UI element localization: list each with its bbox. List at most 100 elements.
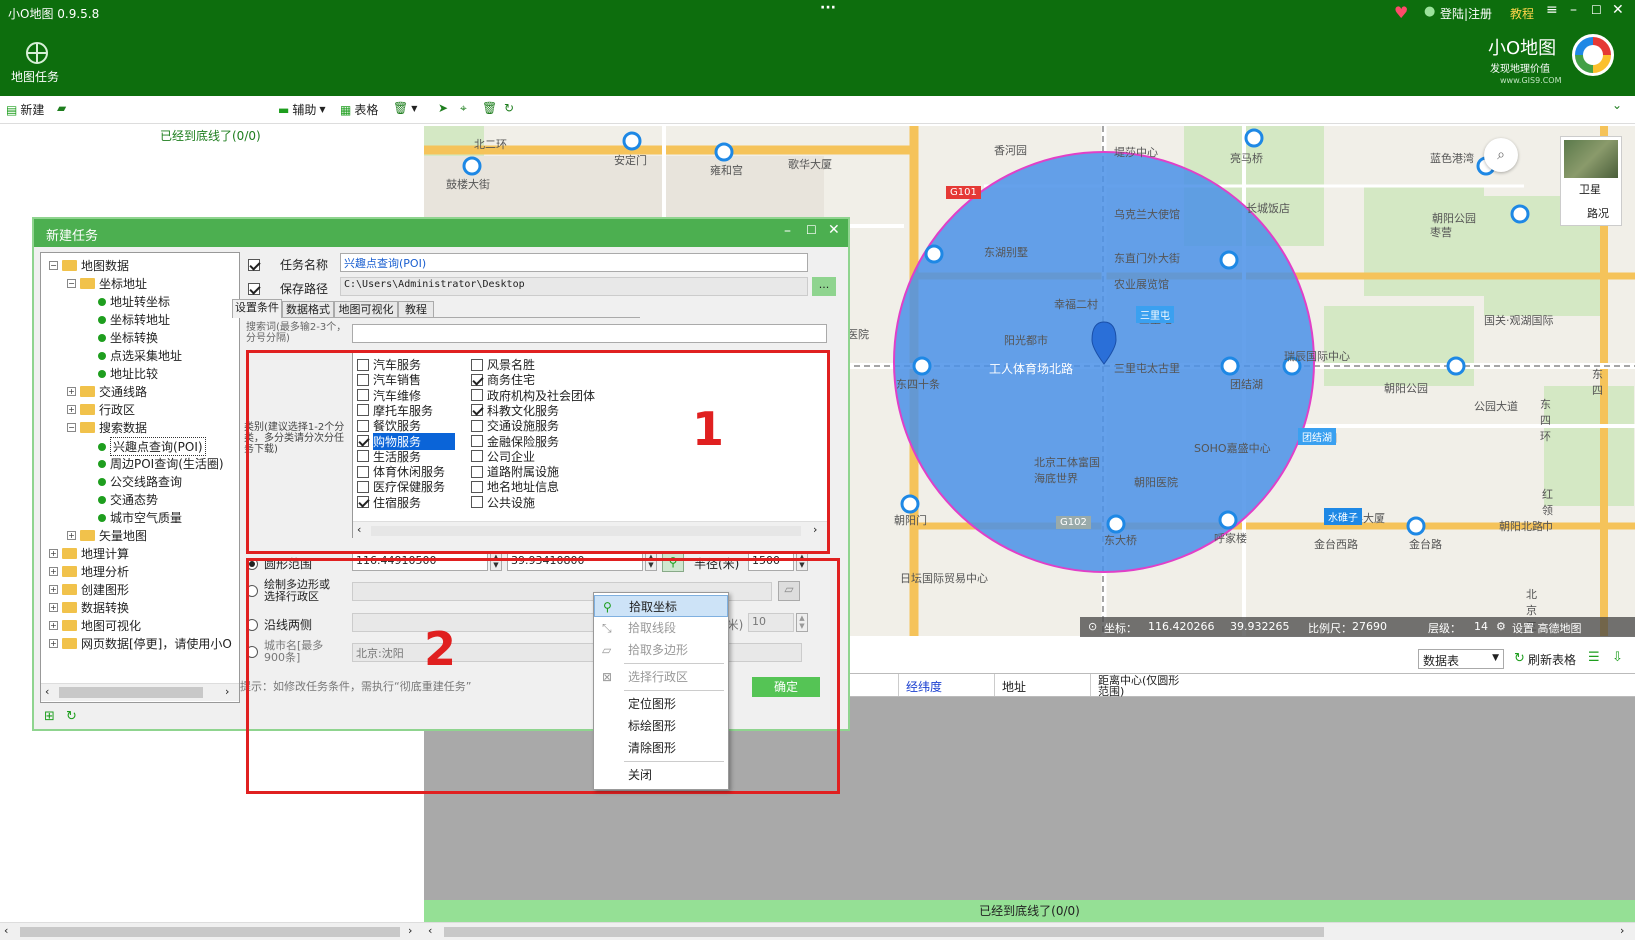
expand-icon[interactable]: +	[49, 549, 58, 558]
menu-item-5[interactable]: 标绘图形	[594, 715, 728, 737]
globe-icon[interactable]	[26, 42, 48, 64]
list-icon[interactable]: ☰	[1588, 650, 1600, 665]
expand-icon[interactable]: +	[67, 405, 76, 414]
tree-item[interactable]: + 创建图形	[49, 581, 129, 598]
clear-tool-button[interactable]: 🗑	[482, 101, 497, 115]
collapse-icon[interactable]: −	[67, 423, 76, 432]
task-name-checkbox[interactable]	[248, 258, 260, 271]
menu-item-6[interactable]: 清除图形	[594, 737, 728, 759]
tree-item[interactable]: 坐标转地址	[85, 311, 170, 328]
open-folder-button[interactable]: ▰	[57, 101, 66, 115]
traffic-toggle[interactable]: 路况	[1587, 205, 1609, 221]
delete-menu-button[interactable]: 🗑 ▼	[393, 101, 417, 115]
column-header[interactable]: 经纬度	[906, 678, 942, 695]
tab-3[interactable]: 教程	[398, 301, 434, 318]
tree-horizontal-scrollbar[interactable]: ‹ ›	[41, 683, 239, 701]
tree-item[interactable]: − 搜索数据	[67, 419, 147, 436]
tree-item[interactable]: + 地理计算	[49, 545, 129, 562]
tree-item[interactable]: − 坐标地址	[67, 275, 147, 292]
menu-item-4[interactable]: 定位图形	[594, 693, 728, 715]
new-button[interactable]: ▤ 新建	[6, 101, 44, 118]
save-path-checkbox[interactable]	[248, 282, 260, 295]
layer-switcher[interactable]: 卫星 路况	[1560, 136, 1622, 226]
task-name-input[interactable]: 兴趣点查询(POI)	[340, 253, 808, 272]
tree-item[interactable]: + 地理分析	[49, 563, 129, 580]
tree-item[interactable]: + 数据转换	[49, 599, 129, 616]
function-tree[interactable]: − 地图数据 − 坐标地址 地址转坐标 坐标转地址 坐标转换 点选采集地址 地址比较 + 交通线路 +…	[40, 252, 240, 703]
tree-item[interactable]: 地址比较	[85, 365, 158, 382]
chevron-right-icon[interactable]: ›	[225, 685, 229, 698]
refresh-table-button[interactable]: 刷新表格	[1528, 651, 1576, 668]
tree-item[interactable]: + 交通线路	[67, 383, 147, 400]
assist-button[interactable]: ▬ 辅助 ▼	[278, 101, 326, 118]
tab-2[interactable]: 地图可视化	[334, 301, 398, 318]
column-divider[interactable]	[1090, 674, 1091, 696]
map-settings-link[interactable]: 设置 高德地图	[1512, 620, 1582, 636]
chevron-left-icon[interactable]: ‹	[45, 685, 49, 698]
search-icon[interactable]: ⌕	[1484, 138, 1518, 172]
chevron-right-icon[interactable]: ›	[408, 924, 412, 937]
chevron-left-icon[interactable]: ‹	[428, 924, 432, 937]
minimize-icon[interactable]: –	[784, 223, 791, 239]
menu-item-2[interactable]: ▱ 拾取多边形	[594, 639, 728, 661]
window-menu-dots[interactable]: ···	[820, 0, 836, 16]
refresh-icon[interactable]: ↻	[66, 709, 77, 724]
chevron-left-icon[interactable]: ‹	[4, 924, 8, 937]
save-path-input[interactable]: C:\Users\Administrator\Desktop	[340, 277, 808, 296]
expand-icon[interactable]: +	[49, 621, 58, 630]
tree-item[interactable]: + 行政区	[67, 401, 135, 418]
collapse-icon[interactable]: −	[49, 261, 58, 270]
tree-item[interactable]: − 地图数据	[49, 257, 129, 274]
search-input[interactable]	[352, 324, 827, 343]
tutorial-link[interactable]: 教程	[1510, 5, 1534, 22]
scroll-thumb[interactable]	[20, 927, 400, 937]
refresh-tool-button[interactable]: ↻	[504, 101, 514, 115]
expand-icon[interactable]: +	[49, 603, 58, 612]
menu-icon[interactable]: ≡	[1546, 2, 1558, 18]
tab-0[interactable]: 设置条件	[232, 299, 282, 318]
tree-item[interactable]: 坐标转换	[85, 329, 158, 346]
close-icon[interactable]: ✕	[828, 222, 840, 238]
expand-icon[interactable]: +	[67, 387, 76, 396]
dialog-title-bar[interactable]: 新建任务 – ☐ ✕	[34, 219, 848, 247]
scroll-thumb[interactable]	[59, 687, 203, 698]
tree-item[interactable]: + 网页数据[停更]，请使用小O	[49, 635, 232, 652]
expand-icon[interactable]: +	[49, 567, 58, 576]
maximize-icon[interactable]: ☐	[806, 223, 817, 237]
menu-item-0[interactable]: ⚲ 拾取坐标	[594, 595, 728, 617]
browse-button[interactable]: ...	[812, 277, 836, 296]
login-link[interactable]: 登陆|注册	[1440, 5, 1492, 22]
select-tool-button[interactable]: ➤	[438, 101, 448, 115]
close-icon[interactable]: ✕	[1612, 2, 1624, 18]
maximize-icon[interactable]: ☐	[1591, 3, 1602, 17]
marker-tool-button[interactable]: ⌖	[460, 101, 467, 116]
menu-item-7[interactable]: 关闭	[594, 764, 728, 786]
tree-expand-icon[interactable]: ⊞	[44, 709, 55, 724]
tree-item[interactable]: 兴趣点查询(POI)	[85, 437, 206, 456]
grid-horizontal-scrollbar[interactable]: ‹ ›	[424, 922, 1635, 940]
collapse-icon[interactable]: −	[67, 279, 76, 288]
tree-item[interactable]: 地址转坐标	[85, 293, 170, 310]
scroll-thumb[interactable]	[444, 927, 1324, 937]
tree-item[interactable]: 点选采集地址	[85, 347, 182, 364]
tree-item[interactable]: 城市空气质量	[85, 509, 182, 526]
tree-item[interactable]: 公交线路查询	[85, 473, 182, 490]
heart-icon[interactable]: ♥	[1394, 3, 1408, 22]
tree-item[interactable]: 周边POI查询(生活圈)	[85, 455, 224, 472]
menu-item-3[interactable]: ⊠ 选择行政区	[594, 666, 728, 688]
expand-icon[interactable]: +	[49, 585, 58, 594]
expand-icon[interactable]: +	[49, 639, 58, 648]
gear-icon[interactable]: ⚙	[1496, 620, 1506, 633]
tree-item[interactable]: 交通态势	[85, 491, 158, 508]
satellite-thumbnail[interactable]	[1564, 140, 1618, 178]
satellite-toggle[interactable]: 卫星	[1579, 181, 1601, 197]
column-divider[interactable]	[994, 674, 995, 696]
table-button[interactable]: ▦ 表格	[340, 101, 378, 118]
table-select[interactable]: 数据表 ▼	[1418, 649, 1504, 669]
column-header[interactable]: 地址	[1002, 678, 1026, 695]
map-task-label[interactable]: 地图任务	[11, 68, 59, 85]
column-divider[interactable]	[898, 674, 899, 696]
left-horizontal-scrollbar[interactable]: ‹ ›	[0, 922, 424, 940]
export-icon[interactable]: ⇩	[1612, 650, 1623, 665]
column-header[interactable]: 距离中心(仅圆形范围)	[1098, 675, 1184, 697]
